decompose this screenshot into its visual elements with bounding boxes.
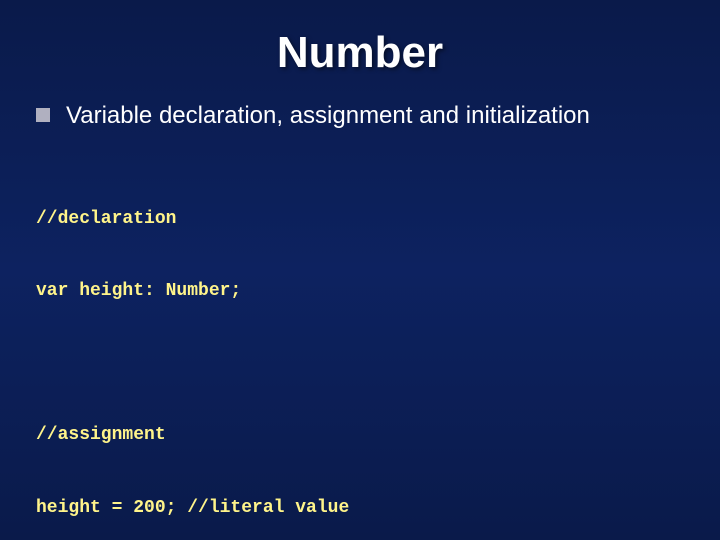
code-line: height = 200; //literal value xyxy=(36,496,700,520)
bullet-text: Variable declaration, assignment and ini… xyxy=(66,102,590,130)
square-bullet-icon xyxy=(36,108,50,122)
slide-title: Number xyxy=(0,0,720,102)
code-block-declaration: //declaration var height: Number; xyxy=(0,158,720,352)
bullet-item: Variable declaration, assignment and ini… xyxy=(0,102,720,130)
code-line: var height: Number; xyxy=(36,279,700,303)
slide: Number Variable declaration, assignment … xyxy=(0,0,720,540)
code-line: //declaration xyxy=(36,207,700,231)
code-line: //assignment xyxy=(36,423,700,447)
code-block-assignment: //assignment height = 200; //literal val… xyxy=(0,374,720,540)
